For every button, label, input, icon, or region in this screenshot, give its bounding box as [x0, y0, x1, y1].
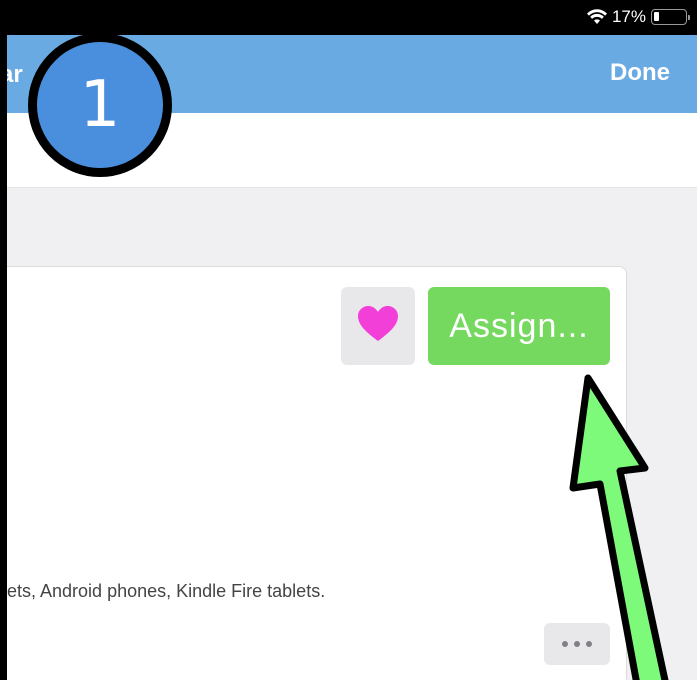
done-button[interactable]: Done: [610, 59, 670, 87]
heart-icon: [358, 305, 398, 347]
battery-percent: 17%: [611, 7, 646, 26]
step-number: 1: [79, 68, 121, 142]
battery-icon: [651, 9, 690, 25]
step-number-badge: 1: [28, 33, 172, 177]
more-dots-icon: [562, 641, 592, 647]
app-card: Assign... ets, Android phones, Kindle Fi…: [0, 266, 627, 680]
battery-level: [654, 12, 659, 21]
app-screen: 17% ar Done Assign... ets, Android phone…: [0, 0, 697, 680]
assign-button[interactable]: Assign...: [428, 287, 610, 365]
favorite-button[interactable]: [341, 287, 415, 365]
supported-platforms-text: ets, Android phones, Kindle Fire tablets…: [7, 581, 326, 601]
status-indicators: 17%: [586, 7, 690, 27]
status-bar: 17%: [0, 0, 697, 35]
more-options-button[interactable]: [544, 623, 610, 665]
wifi-icon: [586, 9, 607, 25]
screen-edge-mask: [0, 35, 7, 680]
